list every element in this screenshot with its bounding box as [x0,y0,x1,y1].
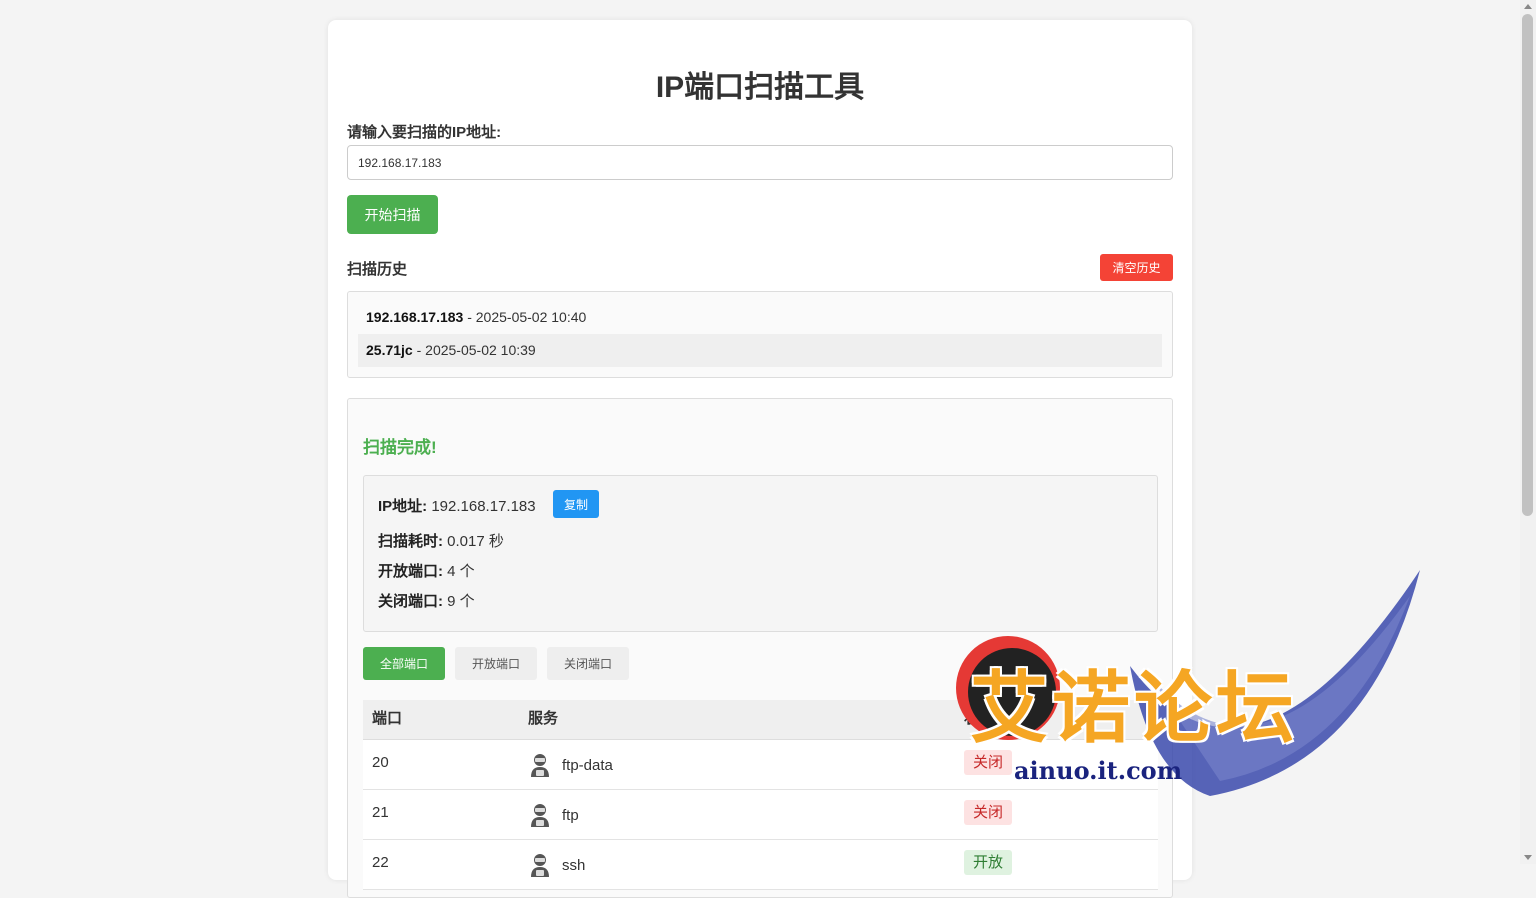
service-cell: ftp [528,802,579,828]
history-list: 192.168.17.183 - 2025-05-02 10:40 25.71j… [347,291,1173,378]
header-service: 服务 [528,710,559,727]
header-port: 端口 [372,710,403,727]
port-number: 22 [372,854,389,871]
ip-input-label: 请输入要扫描的IP地址: [347,124,502,141]
service-name: ftp-data [562,756,613,774]
ports-table: 端口 服务 状态 20 ftp-data 关闭 21 ftp 关闭 22 ssh… [363,700,1158,890]
summary-ip-row: IP地址: 192.168.17.183 [378,495,536,516]
history-item-time: - 2025-05-02 10:40 [463,309,587,325]
scroll-down-icon[interactable] [1524,855,1532,860]
filter-closed-ports-button[interactable]: 关闭端口 [547,647,629,680]
summary-ip-value: 192.168.17.183 [427,498,536,515]
clear-history-button[interactable]: 清空历史 [1100,254,1173,281]
service-cell: ssh [528,852,585,878]
summary-ip-label: IP地址: [378,498,428,515]
summary-open-row: 开放端口: 4 个 [378,560,475,581]
page-title: IP端口扫描工具 [655,71,865,104]
history-title: 扫描历史 [347,261,408,278]
status-badge: 开放 [964,850,1013,875]
summary-open-label: 开放端口: [378,563,443,580]
summary-closed-value: 9 个 [443,593,475,610]
hacker-icon [531,754,549,777]
start-scan-button[interactable]: 开始扫描 [347,195,438,234]
main-card: IP端口扫描工具 请输入要扫描的IP地址: 开始扫描 扫描历史 清空历史 192… [328,20,1192,898]
service-name: ssh [562,856,586,874]
summary-closed-label: 关闭端口: [378,593,443,610]
status-badge: 关闭 [964,750,1013,775]
status-badge: 关闭 [964,800,1013,825]
state-cell: 关闭 [964,800,1013,825]
summary-duration-label: 扫描耗时: [378,533,443,550]
table-row: 21 ftp 关闭 [363,790,1158,840]
summary-duration-value: 0.017 秒 [443,533,504,550]
history-item-time: - 2025-05-02 10:39 [412,342,536,358]
history-item-target: 192.168.17.183 [366,309,464,325]
page-scrollbar[interactable] [1520,0,1536,864]
summary-closed-row: 关闭端口: 9 个 [378,590,475,611]
port-number: 21 [372,804,389,821]
table-row: 22 ssh 开放 [363,840,1158,890]
state-cell: 关闭 [964,750,1013,775]
table-row: 20 ftp-data 关闭 [363,740,1158,790]
history-item[interactable]: 192.168.17.183 - 2025-05-02 10:40 [358,301,1162,334]
scroll-up-icon[interactable] [1524,4,1532,9]
hacker-icon [531,804,549,827]
ip-input[interactable] [347,145,1173,180]
scan-summary: IP地址: 192.168.17.183 复制 扫描耗时: 0.017 秒 开放… [363,475,1158,632]
filter-all-ports-button[interactable]: 全部端口 [363,647,445,680]
scan-result-panel: 扫描完成! IP地址: 192.168.17.183 复制 扫描耗时: 0.01… [347,398,1173,898]
scan-status-text: 扫描完成! [363,438,437,457]
service-cell: ftp-data [528,752,613,778]
history-item[interactable]: 25.71jc - 2025-05-02 10:39 [358,334,1162,367]
filter-open-ports-button[interactable]: 开放端口 [455,647,537,680]
copy-ip-button[interactable]: 复制 [553,490,599,518]
service-name: ftp [562,806,579,824]
summary-open-value: 4 个 [443,563,475,580]
table-header: 端口 服务 状态 [363,700,1158,740]
history-item-target: 25.71jc [366,342,413,358]
header-state: 状态 [964,710,995,727]
state-cell: 开放 [964,850,1013,875]
hacker-icon [531,854,549,877]
port-number: 20 [372,754,389,771]
summary-duration-row: 扫描耗时: 0.017 秒 [378,530,504,551]
scroll-thumb[interactable] [1522,14,1533,516]
